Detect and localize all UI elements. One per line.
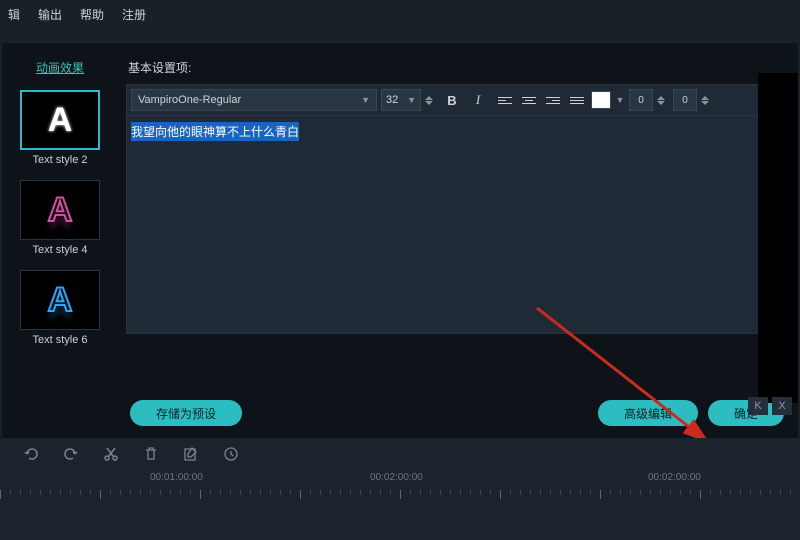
- menu-output[interactable]: 输出: [38, 6, 62, 23]
- chevron-down-icon: ▼: [407, 95, 416, 105]
- animation-effects-link[interactable]: 动画效果: [36, 59, 84, 76]
- menu-register[interactable]: 注册: [122, 6, 146, 23]
- text-style-label: Text style 6: [32, 334, 87, 346]
- selected-text: 我望向他的眼神算不上什么青白: [131, 122, 299, 141]
- text-style-item[interactable]: A Text style 4: [20, 180, 100, 256]
- timeline-ruler[interactable]: 00:01:00:00 00:02:00:00 00:02:00:00: [0, 472, 800, 504]
- preview-letter-buttons: K X: [748, 397, 792, 415]
- history-icon[interactable]: [222, 445, 240, 463]
- value-1-stepper[interactable]: [657, 89, 669, 111]
- dialog-buttons: 存储为预设 高级编辑 确定: [126, 400, 788, 426]
- redo-icon[interactable]: [62, 445, 80, 463]
- text-area[interactable]: 我望向他的眼神算不上什么青白: [127, 116, 787, 333]
- text-style-thumb[interactable]: A: [20, 90, 100, 150]
- text-style-item[interactable]: A Text style 2: [20, 90, 100, 166]
- align-center-icon[interactable]: [519, 90, 539, 110]
- text-editor-panel: K X 动画效果 A Text style 2 A Text style 4 A…: [2, 43, 798, 453]
- text-style-thumb[interactable]: A: [20, 270, 100, 330]
- timeline: 00:01:00:00 00:02:00:00 00:02:00:00: [0, 438, 800, 540]
- value-input-2[interactable]: 0: [673, 89, 697, 111]
- alignment-group: [495, 90, 587, 110]
- delete-icon[interactable]: [142, 445, 160, 463]
- time-label: 00:02:00:00: [370, 472, 423, 483]
- value-input-1[interactable]: 0: [629, 89, 653, 111]
- edit-icon[interactable]: [182, 445, 200, 463]
- time-label: 00:02:00:00: [648, 472, 701, 483]
- font-size-stepper[interactable]: [425, 89, 437, 111]
- text-style-thumb[interactable]: A: [20, 180, 100, 240]
- text-toolbar: VampiroOne-Regular ▼ 32 ▼ B I ▼: [127, 85, 787, 116]
- x-button[interactable]: X: [772, 397, 792, 415]
- menu-help[interactable]: 帮助: [80, 6, 104, 23]
- basic-settings-label: 基本设置项:: [128, 59, 788, 76]
- time-label: 00:01:00:00: [150, 472, 203, 483]
- menu-edit[interactable]: 辑: [8, 6, 20, 23]
- timeline-toolbar: [0, 438, 800, 470]
- align-justify-icon[interactable]: [567, 90, 587, 110]
- undo-icon[interactable]: [22, 445, 40, 463]
- italic-button[interactable]: I: [467, 89, 489, 111]
- align-left-icon[interactable]: [495, 90, 515, 110]
- save-preset-button[interactable]: 存储为预设: [130, 400, 242, 426]
- video-preview: [758, 73, 798, 403]
- text-style-item[interactable]: A Text style 6: [20, 270, 100, 346]
- value-2-stepper[interactable]: [701, 89, 713, 111]
- color-dropdown[interactable]: ▼: [615, 91, 625, 109]
- font-family-select[interactable]: VampiroOne-Regular ▼: [131, 89, 377, 111]
- font-size-input[interactable]: 32 ▼: [381, 89, 421, 111]
- align-right-icon[interactable]: [543, 90, 563, 110]
- cut-icon[interactable]: [102, 445, 120, 463]
- k-button[interactable]: K: [748, 397, 768, 415]
- text-style-sidebar: 动画效果 A Text style 2 A Text style 4 A Tex…: [12, 53, 108, 435]
- chevron-down-icon: ▼: [361, 95, 370, 105]
- text-editor-box: VampiroOne-Regular ▼ 32 ▼ B I ▼: [126, 84, 788, 334]
- text-style-label: Text style 2: [32, 154, 87, 166]
- menu-bar: 辑 输出 帮助 注册: [0, 0, 800, 29]
- text-style-label: Text style 4: [32, 244, 87, 256]
- editor-main: 基本设置项: VampiroOne-Regular ▼ 32 ▼ B I: [126, 53, 788, 435]
- bold-button[interactable]: B: [441, 89, 463, 111]
- text-color-swatch[interactable]: [591, 91, 611, 109]
- advanced-edit-button[interactable]: 高级编辑: [598, 400, 698, 426]
